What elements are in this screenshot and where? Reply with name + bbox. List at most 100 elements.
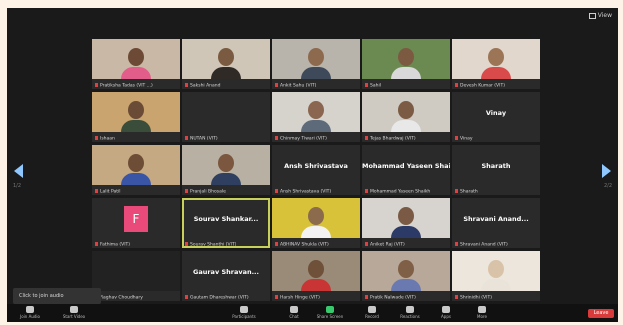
muted-mic-icon — [95, 135, 98, 140]
leave-button[interactable]: Leave — [588, 309, 614, 318]
participant-name-label: Devesh Kumar (VIT) — [455, 82, 505, 88]
participant-video — [452, 39, 540, 79]
participant-name-label: Sharath — [455, 188, 478, 194]
toolbar-label: Start Video — [62, 314, 86, 319]
participant-video — [92, 251, 180, 291]
toolbar-button-participants[interactable]: Participants — [229, 306, 259, 319]
participant-tile[interactable]: ABHINAV Shukla (VIT) — [272, 198, 360, 248]
participant-tile[interactable]: Pranjali Bhosale — [182, 145, 270, 195]
participant-name-label: Shravani Anand (VIT) — [455, 241, 508, 247]
prev-page-number: 1/2 — [13, 183, 22, 189]
participant-silhouette — [211, 48, 241, 79]
participant-name-label: Harsh Hinge (VIT) — [275, 294, 320, 300]
participant-tile[interactable]: Devesh Kumar (VIT) — [452, 39, 540, 89]
participant-tile[interactable]: Tejas Bhardwaj (VIT) — [362, 92, 450, 142]
chat-icon — [290, 306, 298, 313]
participant-video — [182, 92, 270, 132]
participant-tile[interactable]: Sahil — [362, 39, 450, 89]
view-toggle[interactable]: View — [588, 12, 612, 19]
participant-tile[interactable]: Vinay Vinay — [452, 92, 540, 142]
participant-tile[interactable]: NUTAN (VIT) — [182, 92, 270, 142]
participant-name-label: Ansh Shrivastava (VIT) — [275, 188, 331, 194]
meeting-window: View 1/2 2/2 Pratiksha Tadas (VIT ...) Sa… — [7, 8, 618, 322]
participant-avatar: F — [124, 206, 148, 232]
participant-tile[interactable]: Shrinidhi (VIT) — [452, 251, 540, 301]
muted-mic-icon — [365, 188, 368, 193]
toolbar-button-start-video[interactable]: Start Video — [59, 306, 89, 319]
participant-tile[interactable]: Gaurav Shravan... Gautam Dhareshwar (VIT) — [182, 251, 270, 301]
participant-tile[interactable]: Sourav Shankar... Sourav Shanthi (VIT) — [182, 198, 270, 248]
participant-video — [92, 39, 180, 79]
participant-silhouette — [481, 48, 511, 79]
view-icon — [588, 12, 596, 19]
participant-video — [272, 198, 360, 238]
participant-tile[interactable]: Lalit Patil — [92, 145, 180, 195]
participant-tile[interactable]: Ansh Shrivastava Ansh Shrivastava (VIT) — [272, 145, 360, 195]
muted-mic-icon — [185, 82, 188, 87]
toolbar-label: Join Audio — [20, 314, 40, 319]
participant-name: Lalit Patil — [100, 189, 121, 194]
participant-name: Pratiksha Tadas (VIT ...) — [100, 83, 153, 88]
participant-silhouette — [391, 101, 421, 132]
participant-silhouette — [121, 101, 151, 132]
participant-tile[interactable]: Pratik Nalwade (VIT) — [362, 251, 450, 301]
participant-name-label: Gautam Dhareshwar (VIT) — [185, 294, 249, 300]
participant-tile[interactable]: Ishaan — [92, 92, 180, 142]
toolbar-button-share-screen[interactable]: Share Screen — [315, 306, 345, 319]
participant-name-label: Vinay — [455, 135, 473, 141]
toolbar-button-join-audio[interactable]: Join Audio — [15, 306, 45, 319]
participant-video — [362, 198, 450, 238]
prev-page-arrow[interactable] — [14, 164, 23, 178]
participant-name: Mohammad Yaseen Shaikh — [370, 189, 431, 194]
participant-name: Sahil — [370, 83, 381, 88]
participant-silhouette — [301, 260, 331, 291]
participant-tile[interactable]: Pratiksha Tadas (VIT ...) — [92, 39, 180, 89]
toolbar-button-more[interactable]: More — [467, 306, 497, 319]
participant-grid: Pratiksha Tadas (VIT ...) Sakshi Anand Ank… — [92, 39, 542, 301]
toolbar-label: Share Screen — [316, 314, 344, 319]
muted-mic-icon — [95, 188, 98, 193]
toolbar-button-record[interactable]: Record — [357, 306, 387, 319]
record-icon — [368, 306, 376, 313]
participant-name: Gautam Dhareshwar (VIT) — [190, 295, 249, 300]
participant-tile[interactable]: Harsh Hinge (VIT) — [272, 251, 360, 301]
participant-tile[interactable]: Shravani Anand... Shravani Anand (VIT) — [452, 198, 540, 248]
participant-tile[interactable]: Aniket Raj (VIT) — [362, 198, 450, 248]
participant-tile[interactable]: Mohammad Yaseen Shaikh Mohammad Yaseen Sh… — [362, 145, 450, 195]
join-audio-toast[interactable]: Click to join audio — [13, 288, 101, 304]
muted-mic-icon — [455, 82, 458, 87]
muted-mic-icon — [455, 188, 458, 193]
participant-video — [362, 92, 450, 132]
muted-mic-icon — [185, 294, 188, 299]
participant-name-label: NUTAN (VIT) — [185, 135, 218, 141]
participant-name: ABHINAV Shukla (VIT) — [280, 242, 329, 247]
participant-display-name: Sharath — [481, 162, 511, 170]
muted-mic-icon — [365, 294, 368, 299]
participant-tile[interactable]: Raghav Choudhary — [92, 251, 180, 301]
participant-tile[interactable]: Chinmay Tiwari (VIT) — [272, 92, 360, 142]
participant-tile[interactable]: Sharath Sharath — [452, 145, 540, 195]
muted-mic-icon — [185, 135, 188, 140]
toolbar-label: Participants — [232, 314, 256, 319]
participant-name: Ankit Sahu (VIT) — [280, 83, 317, 88]
participant-video — [92, 145, 180, 185]
participant-name-label: Ankit Sahu (VIT) — [275, 82, 317, 88]
participant-tile[interactable]: F Fathima (VIT) — [92, 198, 180, 248]
muted-mic-icon — [455, 135, 458, 140]
toolbar-button-chat[interactable]: Chat — [279, 306, 309, 319]
next-page-arrow[interactable] — [602, 164, 611, 178]
participant-tile[interactable]: Ankit Sahu (VIT) — [272, 39, 360, 89]
participant-display-name: Ansh Shrivastava — [284, 162, 348, 170]
muted-mic-icon — [185, 188, 188, 193]
participant-video — [182, 145, 270, 185]
toolbar-button-apps[interactable]: Apps — [431, 306, 461, 319]
participant-silhouette — [391, 207, 421, 238]
participant-name: Shrinidhi (VIT) — [460, 295, 492, 300]
view-label: View — [597, 12, 612, 19]
participant-tile[interactable]: Sakshi Anand — [182, 39, 270, 89]
participant-name-label: Shrinidhi (VIT) — [455, 294, 492, 300]
participant-name: Vinay — [460, 136, 473, 141]
toolbar-button-reactions[interactable]: Reactions — [395, 306, 425, 319]
participant-name-label: Tejas Bhardwaj (VIT) — [365, 135, 416, 141]
participant-video — [92, 92, 180, 132]
